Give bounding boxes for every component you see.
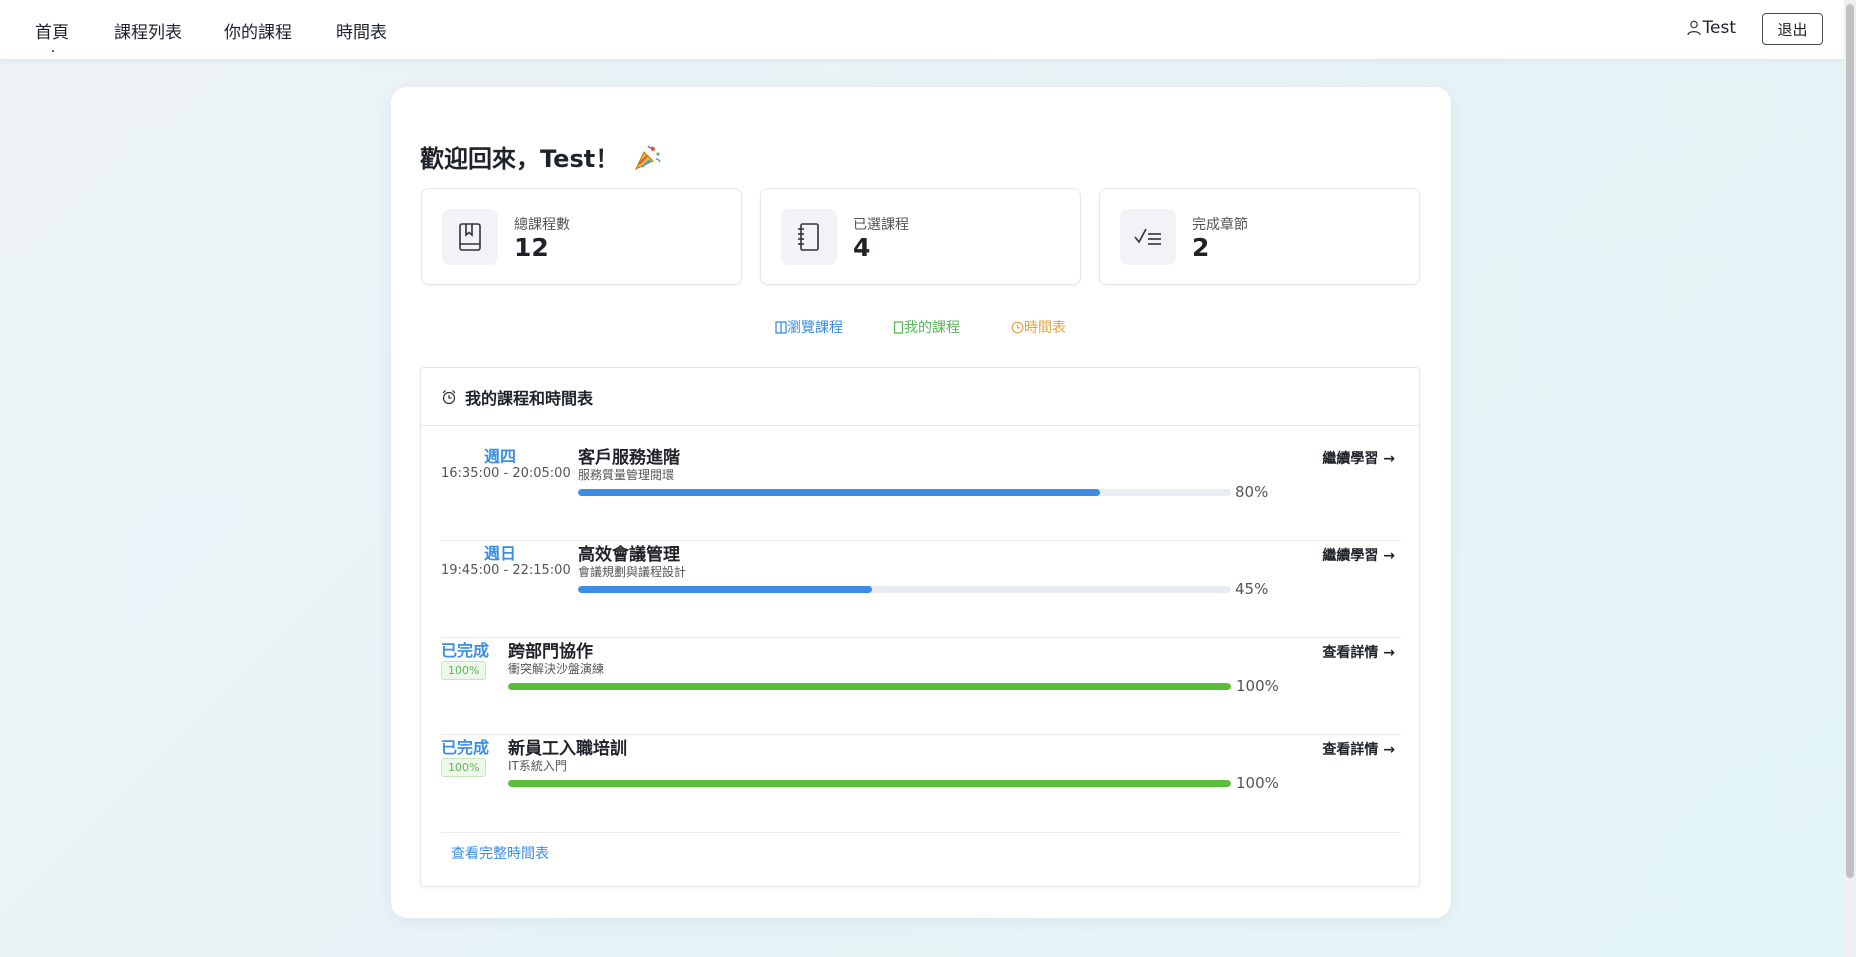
stat-label: 完成章節 (1192, 217, 1248, 233)
progress-bar (508, 683, 1231, 690)
welcome-heading: 歡迎回來，Test！ (420, 139, 663, 174)
timetable-link[interactable]: 時間表 (1011, 317, 1066, 337)
day-label: 週四 (483, 447, 516, 466)
view-full-timetable-link[interactable]: 查看完整時間表 (451, 843, 549, 863)
completion-badge: 100% (441, 661, 487, 680)
nav-item-your-courses[interactable]: 你的課程 (224, 18, 292, 43)
time-range: 16:35:00 - 20:05:00 (441, 466, 571, 481)
course-subtitle: 會議規劃與議程設計 (578, 565, 687, 579)
schedule-row: 已完成 100% 跨部門協作 衝突解決沙盤演練 100% 查看詳情 → (441, 637, 1401, 734)
panel-header: 我的課程和時間表 (421, 368, 1419, 426)
user-icon (1686, 20, 1701, 36)
logout-button[interactable]: 退出 (1762, 13, 1823, 45)
scrollbar-thumb[interactable] (1846, 4, 1854, 878)
progress-bar (578, 489, 1231, 496)
stat-card-total-courses: 總課程數 12 (421, 188, 742, 285)
progress-fill (578, 489, 1101, 496)
course-title[interactable]: 客戶服務進階 (578, 443, 680, 468)
stat-card-completed-chapters: 完成章節 2 (1099, 188, 1420, 285)
checklist-icon (1134, 228, 1161, 245)
nav-item-course-list[interactable]: 課程列表 (114, 18, 182, 43)
notebook-icon (798, 223, 819, 251)
user-menu[interactable]: Test (1686, 18, 1736, 38)
continue-learning-link[interactable]: 繼續學習 → (1322, 545, 1395, 565)
party-popper-icon (635, 145, 661, 170)
course-title[interactable]: 新員工入職培訓 (508, 734, 627, 759)
nav-item-home[interactable]: 首頁 (35, 18, 69, 52)
course-title[interactable]: 跨部門協作 (508, 637, 593, 662)
stat-value: 4 (853, 233, 871, 262)
progress-percent: 100% (1236, 677, 1279, 695)
progress-percent: 45% (1235, 580, 1269, 598)
clock-icon (1011, 321, 1024, 333)
my-courses-schedule-panel: 我的課程和時間表 週四 16:35:00 - 20:05:00 客戶服務進階 服… (420, 367, 1420, 887)
welcome-text: 歡迎回來，Test！ (420, 145, 620, 173)
schedule-row: 週四 16:35:00 - 20:05:00 客戶服務進階 服務質量管理閱環 8… (441, 443, 1401, 540)
course-subtitle: 服務質量管理閱環 (578, 468, 675, 482)
completed-label: 已完成 (441, 641, 490, 660)
schedule-row: 週日 19:45:00 - 22:15:00 高效會議管理 會議規劃與議程設計 … (441, 540, 1401, 637)
course-subtitle: IT系統入門 (508, 759, 567, 773)
view-details-link[interactable]: 查看詳情 → (1322, 642, 1395, 662)
book-icon (459, 223, 481, 251)
book-open-icon (775, 320, 787, 334)
progress-percent: 80% (1235, 483, 1269, 501)
my-courses-link[interactable]: 我的課程 (893, 317, 960, 337)
day-label: 週日 (483, 544, 516, 563)
progress-bar (508, 780, 1231, 787)
completion-badge: 100% (441, 758, 487, 777)
course-title[interactable]: 高效會議管理 (578, 540, 680, 565)
my-courses-label: 我的課程 (904, 320, 960, 336)
stat-icon-box (442, 209, 498, 265)
progress-bar (578, 586, 1231, 593)
panel-title: 我的課程和時間表 (465, 388, 594, 408)
stat-label: 總課程數 (514, 217, 570, 233)
progress-percent: 100% (1236, 774, 1279, 792)
stat-icon-box (781, 209, 837, 265)
stat-value: 2 (1192, 233, 1210, 262)
user-name: Test (1702, 18, 1736, 38)
course-subtitle: 衝突解決沙盤演練 (508, 662, 605, 676)
browse-courses-label: 瀏覽課程 (787, 320, 843, 336)
stat-label: 已選課程 (853, 217, 909, 233)
view-details-link[interactable]: 查看詳情 → (1322, 739, 1395, 759)
dashboard-card: 歡迎回來，Test！ 總課程數 12 已選課程 4 完成章節 2 瀏覽課程 我的… (391, 87, 1451, 918)
stat-value: 12 (514, 233, 549, 262)
alarm-clock-icon (442, 389, 456, 404)
stat-card-enrolled-courses: 已選課程 4 (760, 188, 1081, 285)
progress-fill (578, 586, 872, 593)
browse-courses-link[interactable]: 瀏覽課程 (775, 317, 843, 337)
stat-icon-box (1120, 209, 1176, 265)
notebook-icon (893, 320, 904, 334)
completed-label: 已完成 (441, 738, 490, 757)
schedule-row: 已完成 100% 新員工入職培訓 IT系統入門 100% 查看詳情 → (441, 734, 1401, 831)
time-range: 19:45:00 - 22:15:00 (441, 563, 571, 578)
quick-links: 瀏覽課程 我的課程 時間表 (391, 317, 1451, 337)
nav-item-timetable[interactable]: 時間表 (336, 18, 387, 43)
progress-fill (508, 683, 1231, 690)
row-divider (441, 832, 1401, 833)
progress-fill (508, 780, 1231, 787)
continue-learning-link[interactable]: 繼續學習 → (1322, 448, 1395, 468)
timetable-label: 時間表 (1024, 320, 1066, 336)
top-navigation-bar: 首頁 課程列表 你的課程 時間表 Test 退出 (0, 0, 1844, 59)
